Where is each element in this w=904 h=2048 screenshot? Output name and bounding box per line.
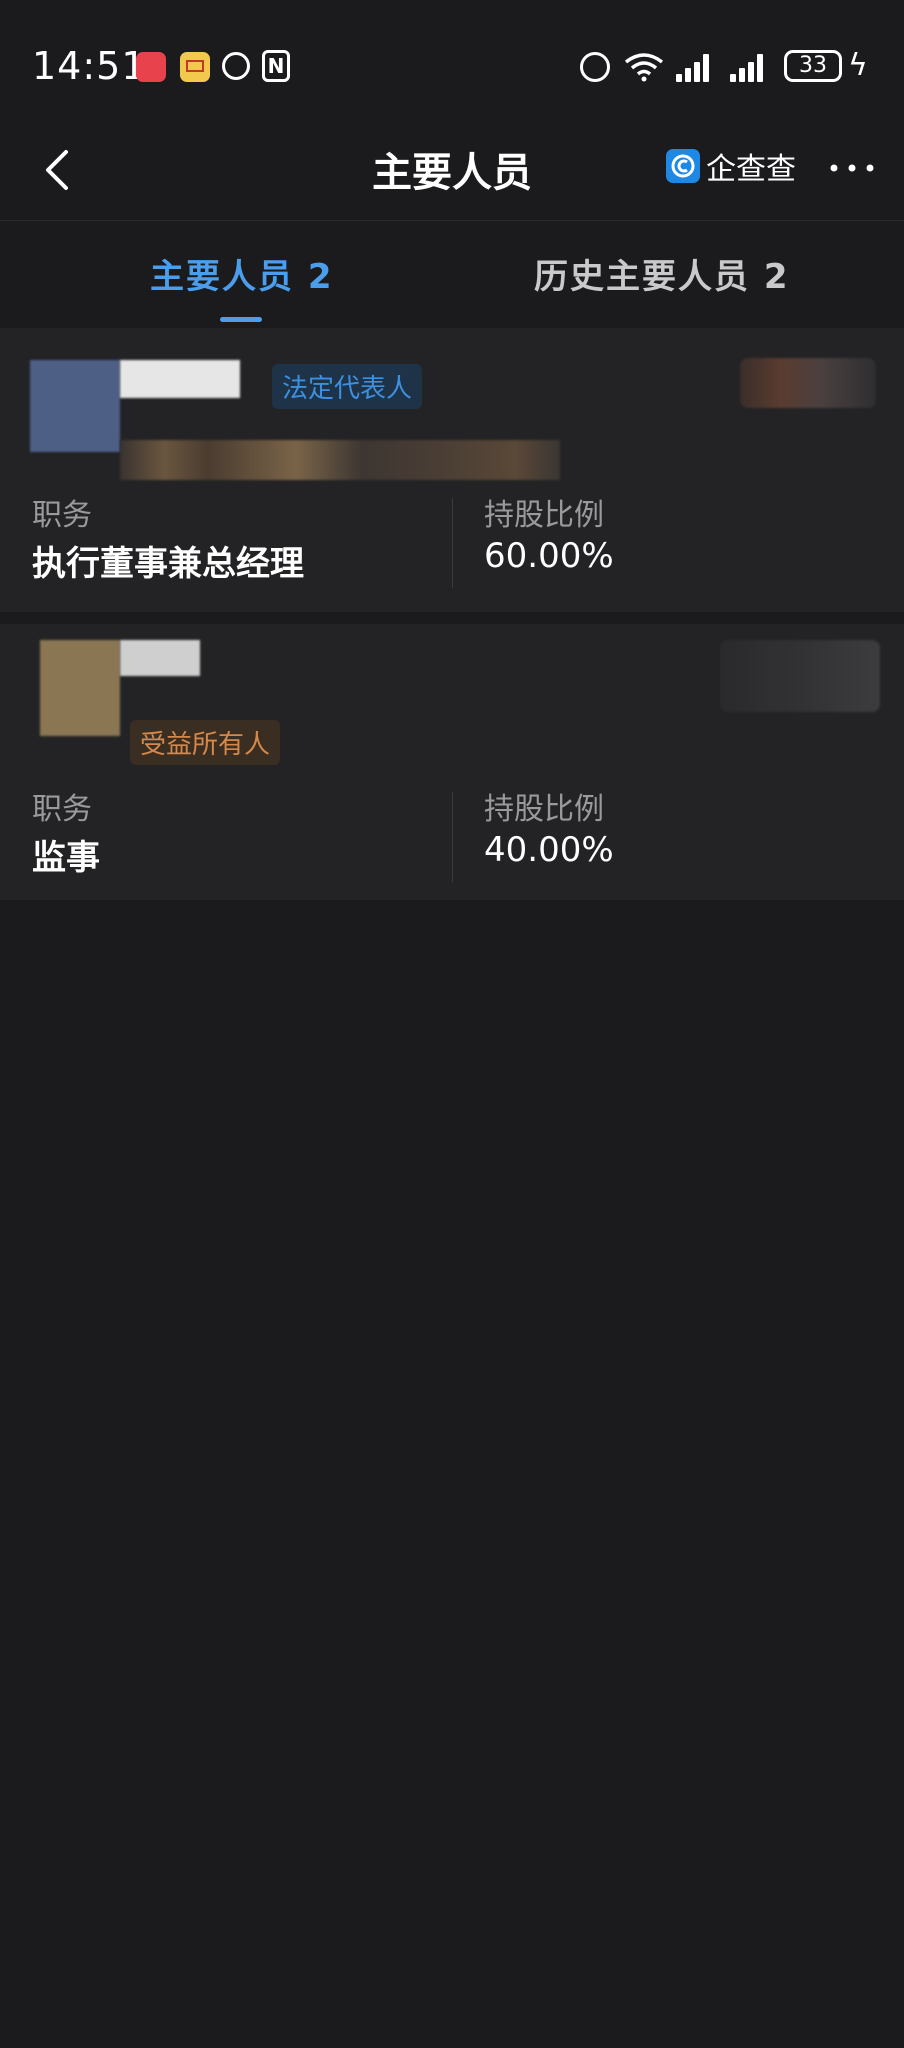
shopping-app-icon [136, 52, 166, 82]
redacted-detail [120, 440, 560, 480]
person-card-1[interactable]: 法定代表人 职务 执行董事兼总经理 持股比例 60.00% [0, 328, 904, 612]
position-label: 职务 [32, 498, 92, 533]
nfc-icon: N [262, 50, 290, 82]
qichacha-logo-icon [666, 149, 700, 183]
tab-bar: 主要人员 2 历史主要人员 2 [0, 220, 904, 322]
charging-icon: ϟ [848, 48, 868, 83]
mail-icon [180, 52, 210, 82]
more-icon[interactable] [828, 160, 876, 176]
brand-link[interactable]: 企查查 [666, 144, 796, 188]
tab-indicator [220, 317, 262, 322]
signal-icon-1 [676, 52, 714, 82]
shareholding-value: 40.00% [484, 830, 614, 870]
position-value: 监事 [32, 838, 100, 878]
nav-bar: 主要人员 企查查 [0, 120, 904, 220]
status-time: 14:51 [32, 44, 147, 88]
shareholding-value: 60.00% [484, 536, 614, 576]
position-value: 执行董事兼总经理 [32, 544, 304, 584]
status-bar: 14:51 N 33 ϟ [0, 0, 904, 120]
beneficial-owner-badge: 受益所有人 [130, 720, 281, 765]
share-icon[interactable] [740, 358, 876, 408]
alarm-icon [580, 52, 610, 82]
column-divider [452, 498, 453, 588]
tab-historical-personnel[interactable]: 历史主要人员 2 [534, 249, 790, 298]
signal-icon-2 [730, 52, 768, 82]
shareholding-label: 持股比例 [484, 792, 604, 827]
column-divider [452, 792, 453, 882]
wifi-icon [624, 53, 664, 82]
brand-name: 企查查 [706, 152, 796, 187]
share-icon[interactable] [720, 640, 880, 712]
shareholding-label: 持股比例 [484, 498, 604, 533]
position-label: 职务 [32, 792, 92, 827]
avatar [30, 360, 120, 452]
legal-representative-badge: 法定代表人 [272, 364, 423, 409]
name-redacted [120, 640, 200, 676]
avatar [40, 640, 120, 736]
name-redacted [120, 360, 240, 398]
battery-icon: 33 [784, 50, 842, 82]
tab-key-personnel[interactable]: 主要人员 2 [150, 249, 334, 298]
data-usage-icon [222, 52, 250, 80]
person-card-2[interactable]: 受益所有人 职务 监事 持股比例 40.00% [0, 624, 904, 900]
